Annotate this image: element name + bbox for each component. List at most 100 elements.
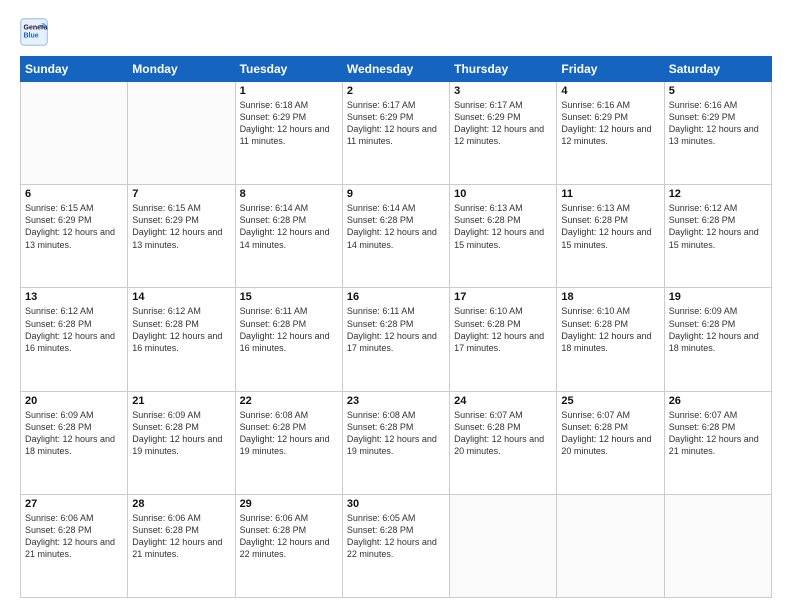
day-number: 22 bbox=[240, 395, 338, 407]
calendar-week-row: 13Sunrise: 6:12 AM Sunset: 6:28 PM Dayli… bbox=[21, 288, 772, 391]
day-number: 23 bbox=[347, 395, 445, 407]
calendar-day-cell: 18 Sunrise: 6:10 AM Sunset: 6:28 PM Dayli… bbox=[557, 288, 664, 391]
day-info: Sunrise: 6:16 AM Sunset: 6:29 PM Dayligh… bbox=[669, 99, 767, 148]
calendar-day-cell: 10Sunrise: 6:13 AM Sunset: 6:28 PM Dayli… bbox=[450, 185, 557, 288]
calendar-day-cell: 14Sunrise: 6:12 AM Sunset: 6:28 PM Dayli… bbox=[128, 288, 235, 391]
day-number: 18 bbox=[561, 291, 659, 303]
day-number: 1 bbox=[240, 85, 338, 97]
calendar-day-cell: 9 Sunrise: 6:14 AM Sunset: 6:28 PM Daylig… bbox=[342, 185, 449, 288]
day-number: 6 bbox=[25, 188, 123, 200]
day-number: 12 bbox=[669, 188, 767, 200]
day-number: 16 bbox=[347, 291, 445, 303]
day-info: Sunrise: 6:09 AM Sunset: 6:28 PM Dayligh… bbox=[669, 305, 767, 354]
calendar-week-row: 6 Sunrise: 6:15 AM Sunset: 6:29 PM Daylig… bbox=[21, 185, 772, 288]
col-thursday: Thursday bbox=[450, 57, 557, 82]
day-info: Sunrise: 6:06 AM Sunset: 6:28 PM Dayligh… bbox=[25, 512, 123, 561]
day-info: Sunrise: 6:13 AM Sunset: 6:28 PM Dayligh… bbox=[561, 202, 659, 251]
calendar-day-cell: 30 Sunrise: 6:05 AM Sunset: 6:28 PM Dayli… bbox=[342, 494, 449, 597]
day-info: Sunrise: 6:15 AM Sunset: 6:29 PM Dayligh… bbox=[25, 202, 123, 251]
calendar-day-cell bbox=[450, 494, 557, 597]
calendar-table: Sunday Monday Tuesday Wednesday Thursday… bbox=[20, 56, 772, 598]
day-info: Sunrise: 6:10 AM Sunset: 6:28 PM Dayligh… bbox=[561, 305, 659, 354]
calendar-header-row: Sunday Monday Tuesday Wednesday Thursday… bbox=[21, 57, 772, 82]
day-number: 30 bbox=[347, 498, 445, 510]
calendar-week-row: 20 Sunrise: 6:09 AM Sunset: 6:28 PM Dayli… bbox=[21, 391, 772, 494]
day-info: Sunrise: 6:16 AM Sunset: 6:29 PM Dayligh… bbox=[561, 99, 659, 148]
calendar-day-cell: 6 Sunrise: 6:15 AM Sunset: 6:29 PM Daylig… bbox=[21, 185, 128, 288]
calendar-day-cell: 29Sunrise: 6:06 AM Sunset: 6:28 PM Dayli… bbox=[235, 494, 342, 597]
day-number: 24 bbox=[454, 395, 552, 407]
day-info: Sunrise: 6:17 AM Sunset: 6:29 PM Dayligh… bbox=[454, 99, 552, 148]
day-number: 5 bbox=[669, 85, 767, 97]
calendar-day-cell: 16 Sunrise: 6:11 AM Sunset: 6:28 PM Dayli… bbox=[342, 288, 449, 391]
calendar-day-cell: 8 Sunrise: 6:14 AM Sunset: 6:28 PM Daylig… bbox=[235, 185, 342, 288]
day-number: 8 bbox=[240, 188, 338, 200]
calendar-day-cell: 22 Sunrise: 6:08 AM Sunset: 6:28 PM Dayli… bbox=[235, 391, 342, 494]
day-info: Sunrise: 6:11 AM Sunset: 6:28 PM Dayligh… bbox=[240, 305, 338, 354]
calendar-day-cell bbox=[128, 82, 235, 185]
col-friday: Friday bbox=[557, 57, 664, 82]
calendar-day-cell: 26 Sunrise: 6:07 AM Sunset: 6:28 PM Dayli… bbox=[664, 391, 771, 494]
calendar-day-cell: 13Sunrise: 6:12 AM Sunset: 6:28 PM Dayli… bbox=[21, 288, 128, 391]
day-number: 15 bbox=[240, 291, 338, 303]
col-monday: Monday bbox=[128, 57, 235, 82]
logo: General Blue bbox=[20, 18, 52, 46]
day-number: 19 bbox=[669, 291, 767, 303]
calendar-day-cell: 27 Sunrise: 6:06 AM Sunset: 6:28 PM Dayli… bbox=[21, 494, 128, 597]
day-info: Sunrise: 6:15 AM Sunset: 6:29 PM Dayligh… bbox=[132, 202, 230, 251]
page: General Blue Sunday Monday Tuesday bbox=[0, 0, 792, 612]
day-number: 20 bbox=[25, 395, 123, 407]
calendar-day-cell bbox=[557, 494, 664, 597]
day-number: 4 bbox=[561, 85, 659, 97]
day-number: 26 bbox=[669, 395, 767, 407]
day-info: Sunrise: 6:12 AM Sunset: 6:28 PM Dayligh… bbox=[669, 202, 767, 251]
day-info: Sunrise: 6:14 AM Sunset: 6:28 PM Dayligh… bbox=[240, 202, 338, 251]
calendar-day-cell: 25Sunrise: 6:07 AM Sunset: 6:28 PM Dayli… bbox=[557, 391, 664, 494]
col-tuesday: Tuesday bbox=[235, 57, 342, 82]
day-number: 27 bbox=[25, 498, 123, 510]
day-number: 17 bbox=[454, 291, 552, 303]
day-number: 21 bbox=[132, 395, 230, 407]
day-info: Sunrise: 6:08 AM Sunset: 6:28 PM Dayligh… bbox=[240, 409, 338, 458]
calendar-day-cell: 20 Sunrise: 6:09 AM Sunset: 6:28 PM Dayli… bbox=[21, 391, 128, 494]
day-info: Sunrise: 6:06 AM Sunset: 6:28 PM Dayligh… bbox=[132, 512, 230, 561]
day-number: 13 bbox=[25, 291, 123, 303]
calendar-day-cell: 24 Sunrise: 6:07 AM Sunset: 6:28 PM Dayli… bbox=[450, 391, 557, 494]
day-number: 9 bbox=[347, 188, 445, 200]
calendar-day-cell bbox=[21, 82, 128, 185]
day-number: 28 bbox=[132, 498, 230, 510]
svg-text:Blue: Blue bbox=[24, 32, 39, 39]
day-info: Sunrise: 6:08 AM Sunset: 6:28 PM Dayligh… bbox=[347, 409, 445, 458]
calendar-day-cell: 28 Sunrise: 6:06 AM Sunset: 6:28 PM Dayli… bbox=[128, 494, 235, 597]
day-info: Sunrise: 6:05 AM Sunset: 6:28 PM Dayligh… bbox=[347, 512, 445, 561]
day-number: 2 bbox=[347, 85, 445, 97]
calendar-day-cell: 17 Sunrise: 6:10 AM Sunset: 6:28 PM Dayli… bbox=[450, 288, 557, 391]
calendar-day-cell: 23 Sunrise: 6:08 AM Sunset: 6:28 PM Dayli… bbox=[342, 391, 449, 494]
calendar-day-cell: 4 Sunrise: 6:16 AM Sunset: 6:29 PM Daylig… bbox=[557, 82, 664, 185]
day-number: 7 bbox=[132, 188, 230, 200]
calendar-day-cell: 5 Sunrise: 6:16 AM Sunset: 6:29 PM Daylig… bbox=[664, 82, 771, 185]
day-info: Sunrise: 6:09 AM Sunset: 6:28 PM Dayligh… bbox=[25, 409, 123, 458]
day-info: Sunrise: 6:07 AM Sunset: 6:28 PM Dayligh… bbox=[669, 409, 767, 458]
day-info: Sunrise: 6:09 AM Sunset: 6:28 PM Dayligh… bbox=[132, 409, 230, 458]
day-info: Sunrise: 6:07 AM Sunset: 6:28 PM Dayligh… bbox=[454, 409, 552, 458]
calendar-day-cell: 7 Sunrise: 6:15 AM Sunset: 6:29 PM Daylig… bbox=[128, 185, 235, 288]
calendar-day-cell: 15 Sunrise: 6:11 AM Sunset: 6:28 PM Dayli… bbox=[235, 288, 342, 391]
calendar-day-cell: 2 Sunrise: 6:17 AM Sunset: 6:29 PM Daylig… bbox=[342, 82, 449, 185]
calendar-week-row: 27 Sunrise: 6:06 AM Sunset: 6:28 PM Dayli… bbox=[21, 494, 772, 597]
day-info: Sunrise: 6:13 AM Sunset: 6:28 PM Dayligh… bbox=[454, 202, 552, 251]
calendar-day-cell: 21 Sunrise: 6:09 AM Sunset: 6:28 PM Dayli… bbox=[128, 391, 235, 494]
col-saturday: Saturday bbox=[664, 57, 771, 82]
day-info: Sunrise: 6:10 AM Sunset: 6:28 PM Dayligh… bbox=[454, 305, 552, 354]
logo-icon: General Blue bbox=[20, 18, 48, 46]
calendar-day-cell bbox=[664, 494, 771, 597]
day-number: 14 bbox=[132, 291, 230, 303]
day-info: Sunrise: 6:07 AM Sunset: 6:28 PM Dayligh… bbox=[561, 409, 659, 458]
day-info: Sunrise: 6:14 AM Sunset: 6:28 PM Dayligh… bbox=[347, 202, 445, 251]
calendar-day-cell: 1Sunrise: 6:18 AM Sunset: 6:29 PM Daylig… bbox=[235, 82, 342, 185]
day-info: Sunrise: 6:17 AM Sunset: 6:29 PM Dayligh… bbox=[347, 99, 445, 148]
header: General Blue bbox=[20, 18, 772, 46]
calendar-day-cell: 12 Sunrise: 6:12 AM Sunset: 6:28 PM Dayli… bbox=[664, 185, 771, 288]
col-wednesday: Wednesday bbox=[342, 57, 449, 82]
day-info: Sunrise: 6:11 AM Sunset: 6:28 PM Dayligh… bbox=[347, 305, 445, 354]
